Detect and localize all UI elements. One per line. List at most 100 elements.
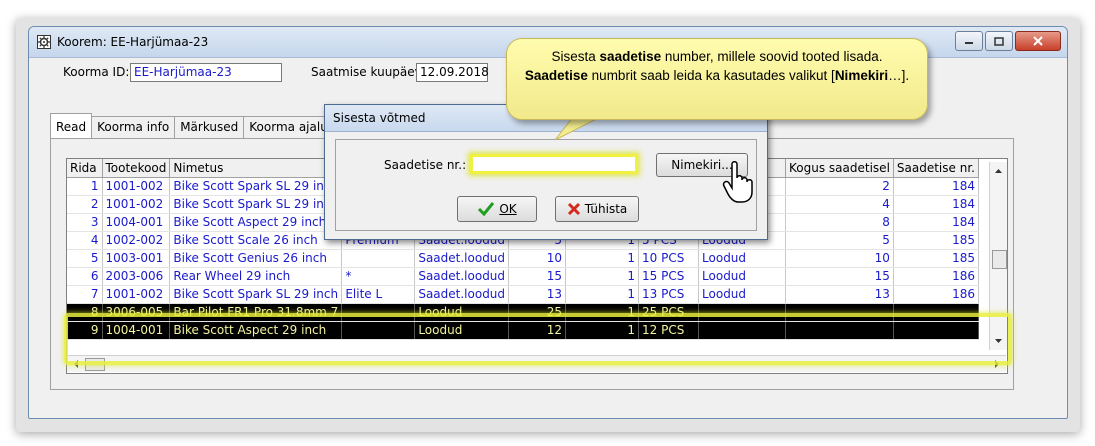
ok-label: OK	[499, 202, 517, 216]
table-cell: 15	[508, 267, 567, 286]
table-cell: 13	[508, 285, 567, 304]
table-cell: 185	[893, 249, 979, 268]
cancel-button[interactable]: Tühista	[555, 196, 639, 222]
table-cell: Loodud	[414, 321, 510, 340]
checkmark-icon	[478, 202, 495, 217]
load-id-field[interactable]: EE-Harjümaa-23	[130, 63, 282, 82]
table-cell: Bike Scott Aspect 29 inch	[169, 213, 343, 232]
table-cell: Loodud	[698, 249, 787, 268]
table-cell: 9	[67, 321, 103, 340]
table-cell: Bike Scott Scale 26 inch	[169, 231, 343, 250]
table-cell: 184	[893, 177, 979, 196]
shipment-number-label: Saadetise nr.:	[384, 158, 467, 172]
table-cell: 10	[508, 249, 567, 268]
maximize-button[interactable]	[985, 31, 1013, 51]
close-icon	[1033, 36, 1043, 46]
table-cell: 2	[785, 177, 894, 196]
scroll-down-icon[interactable]	[990, 334, 1007, 348]
minimize-icon	[965, 42, 973, 44]
scroll-left-icon[interactable]	[69, 356, 83, 372]
red-x-icon	[567, 202, 580, 216]
minimize-button[interactable]	[955, 31, 983, 51]
table-cell: 15	[785, 267, 894, 286]
table-cell: Loodud	[698, 285, 787, 304]
load-id-label: Koorma ID:	[63, 65, 130, 79]
ok-button[interactable]: OK	[457, 196, 537, 222]
table-cell: 1	[565, 285, 640, 304]
table-cell: 25	[508, 303, 567, 322]
send-date-label: Saatmise kuupäev:	[311, 65, 426, 79]
callout-text: Sisesta saadetise number, millele soovid…	[524, 49, 910, 83]
table-cell: 1003-001	[102, 249, 171, 268]
table-cell: 1	[565, 321, 640, 340]
table-row[interactable]: 7 1001-002 Bike Scott Spark SL 29 inch Elit…	[67, 285, 979, 304]
table-cell: Bike Scott Genius 26 inch	[169, 249, 343, 268]
table-cell	[341, 303, 416, 322]
grid-vertical-scrollbar[interactable]	[989, 162, 1007, 350]
app-gear-icon	[37, 35, 51, 49]
table-cell: 6	[67, 267, 103, 286]
table-row[interactable]: 9 1004-001 Bike Scott Aspect 29 inch Loodud…	[67, 321, 979, 340]
tab-strip: Read Koorma info Märkused Koorma ajalug	[50, 113, 342, 142]
table-cell: 5	[785, 231, 894, 250]
column-header[interactable]: Tootekood	[102, 159, 171, 178]
table-cell: Bar Pilot FR1 Pro 31.8mm 7	[169, 303, 343, 322]
tab-load-info[interactable]: Koorma info	[91, 116, 176, 139]
table-cell: 1004-001	[102, 321, 171, 340]
table-cell: Rear Wheel 29 inch	[169, 267, 343, 286]
scroll-thumb[interactable]	[992, 250, 1007, 269]
instruction-callout: Sisesta saadetise number, millele soovid…	[506, 38, 928, 120]
scroll-up-icon[interactable]	[990, 164, 1007, 178]
table-cell	[341, 249, 416, 268]
table-cell: 1001-002	[102, 177, 171, 196]
table-cell	[341, 321, 416, 340]
table-row[interactable]: 5 1003-001 Bike Scott Genius 26 inch Saadet…	[67, 249, 979, 268]
tab-notes[interactable]: Märkused	[174, 116, 245, 139]
cancel-label: Tühista	[584, 202, 628, 216]
table-cell	[698, 303, 787, 322]
hscroll-thumb[interactable]	[85, 358, 105, 371]
table-cell: 25 PCS	[638, 303, 700, 322]
table-cell: 1	[565, 303, 640, 322]
table-cell: 13	[785, 285, 894, 304]
table-cell: Loodud	[698, 267, 787, 286]
table-cell	[785, 303, 894, 322]
table-cell: *	[341, 267, 416, 286]
column-header[interactable]: Rida	[67, 159, 103, 178]
scroll-right-icon[interactable]	[990, 356, 1004, 372]
table-cell	[893, 303, 979, 322]
table-cell: 5	[67, 249, 103, 268]
shipment-number-input[interactable]	[470, 154, 638, 174]
table-cell: 1	[67, 177, 103, 196]
table-cell: 4	[785, 195, 894, 214]
table-cell: 1	[565, 267, 640, 286]
table-cell: 186	[893, 267, 979, 286]
table-cell	[893, 321, 979, 340]
table-cell: 15 PCS	[638, 267, 700, 286]
table-cell: Saadet.loodud	[414, 285, 510, 304]
column-header[interactable]: Saadetise nr.	[893, 159, 979, 178]
table-cell: Bike Scott Spark SL 29 inch	[169, 195, 343, 214]
table-cell: Loodud	[414, 303, 510, 322]
table-cell: 184	[893, 213, 979, 232]
table-row[interactable]: 6 2003-006 Rear Wheel 29 inch * Saadet.loodu…	[67, 267, 979, 286]
close-button[interactable]	[1015, 31, 1061, 51]
column-header[interactable]: Kogus saadetisel	[785, 159, 894, 178]
table-cell: 13 PCS	[638, 285, 700, 304]
table-cell: 8	[785, 213, 894, 232]
table-row[interactable]: 8 3006-005 Bar Pilot FR1 Pro 31.8mm 7 Loodu…	[67, 303, 979, 322]
table-cell: 3	[67, 213, 103, 232]
table-cell: 8	[67, 303, 103, 322]
table-cell: Bike Scott Aspect 29 inch	[169, 321, 343, 340]
table-cell: 1	[565, 249, 640, 268]
column-header[interactable]: Nimetus	[169, 159, 343, 178]
table-cell: 10 PCS	[638, 249, 700, 268]
table-cell: 12 PCS	[638, 321, 700, 340]
grid-horizontal-scrollbar[interactable]	[67, 355, 1006, 372]
window-title: Koorem: EE-Harjümaa-23	[57, 35, 209, 49]
table-cell	[785, 321, 894, 340]
send-date-field[interactable]: 12.09.2018	[416, 63, 489, 82]
table-cell: Saadet.loodud	[414, 267, 510, 286]
table-cell: 2	[67, 195, 103, 214]
table-cell: 10	[785, 249, 894, 268]
